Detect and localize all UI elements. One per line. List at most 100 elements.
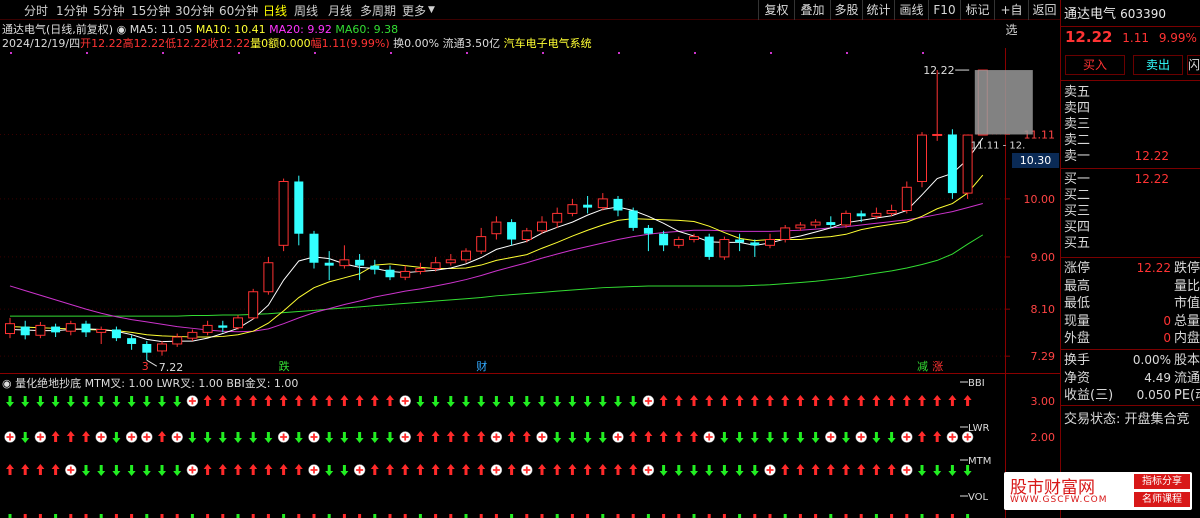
toolbar-button-5[interactable]: F10 [928, 0, 960, 20]
period-tab-0[interactable]: 分时 [24, 2, 48, 19]
candle-body[interactable] [765, 239, 775, 246]
candle-body[interactable] [430, 262, 441, 270]
vol-signal-stub [798, 514, 802, 518]
period-tab-1[interactable]: 1分钟 [56, 2, 88, 19]
flash-button[interactable]: 闪 [1187, 55, 1200, 75]
candle-body[interactable] [780, 227, 791, 241]
candle-body[interactable] [385, 269, 395, 278]
toolbar-button-7[interactable]: +自选 [994, 0, 1028, 37]
candle-body[interactable] [111, 329, 121, 339]
candle-body[interactable] [172, 336, 183, 345]
candle-body[interactable] [673, 239, 684, 246]
candle-body[interactable] [324, 262, 334, 266]
candlestick-chart[interactable]: 11.1110.009.008.107.2911.11 - 12.12.227.… [0, 48, 1060, 374]
candle-body[interactable] [917, 134, 927, 182]
candle-body[interactable] [491, 221, 502, 235]
candle-body[interactable] [96, 328, 107, 333]
period-tab-10[interactable]: 更多 [402, 2, 426, 19]
indicator-settings-icon[interactable]: ◉ [2, 377, 12, 390]
period-tab-6[interactable]: 日线 [263, 2, 287, 19]
candle-body[interactable] [476, 236, 487, 252]
candle-body[interactable] [901, 186, 912, 212]
candle-body[interactable] [187, 331, 198, 339]
candle-body[interactable] [278, 180, 289, 246]
toolbar-button-8[interactable]: 返回 [1028, 0, 1060, 20]
event-mark[interactable]: 涨 [932, 360, 943, 373]
candle-body[interactable] [659, 233, 669, 246]
candle-body[interactable] [20, 326, 30, 336]
event-mark[interactable]: 3 [142, 360, 149, 373]
indicator-background [0, 374, 1060, 518]
candle-body[interactable] [597, 198, 608, 209]
candle-body[interactable] [856, 213, 866, 217]
candle-body[interactable] [51, 326, 61, 333]
vol-signal-stub [829, 514, 833, 518]
period-tab-7[interactable]: 周线 [294, 2, 318, 19]
toolbar-button-3[interactable]: 统计 [862, 0, 894, 20]
indicator-name[interactable]: 量化绝地抄底 [15, 377, 81, 390]
candle-body[interactable] [81, 323, 91, 333]
candle-body[interactable] [689, 236, 699, 241]
candle-body[interactable] [643, 227, 653, 234]
candle-body[interactable] [507, 222, 517, 240]
period-tab-8[interactable]: 月线 [328, 2, 352, 19]
candle-body[interactable] [826, 222, 836, 226]
candle-body[interactable] [415, 268, 426, 272]
chevron-down-icon[interactable]: ▼ [428, 5, 435, 15]
toolbar-button-4[interactable]: 画线 [894, 0, 928, 20]
indicator-chart[interactable]: 3.00 2.00 BBI LWR MTM VOL [0, 374, 1060, 518]
candle-body[interactable] [932, 133, 943, 136]
event-mark[interactable]: 财 [476, 359, 487, 373]
candle-body[interactable] [704, 236, 714, 257]
period-tab-5[interactable]: 60分钟 [219, 2, 258, 19]
toolbar-button-0[interactable]: 复权 [758, 0, 794, 20]
candle-body[interactable] [719, 239, 730, 258]
period-tab-4[interactable]: 30分钟 [175, 2, 214, 19]
candle-body[interactable] [537, 221, 547, 232]
buy-button[interactable]: 买入 [1065, 55, 1125, 75]
candle-body[interactable] [263, 262, 274, 293]
event-mark[interactable]: 减 [917, 360, 928, 373]
event-mark[interactable]: 跌 [279, 359, 290, 373]
candle-body[interactable] [461, 250, 471, 261]
candle-body[interactable] [309, 233, 319, 263]
candle-body[interactable] [294, 181, 304, 234]
candle-body[interactable] [841, 212, 851, 226]
candle-body[interactable] [947, 134, 957, 194]
toolbar-button-1[interactable]: 叠加 [794, 0, 830, 20]
period-tab-3[interactable]: 15分钟 [131, 2, 170, 19]
candle-body[interactable] [521, 230, 532, 241]
period-tab-2[interactable]: 5分钟 [93, 2, 125, 19]
candle-body[interactable] [583, 204, 593, 208]
candle-body[interactable] [750, 242, 760, 246]
candle-body[interactable] [552, 212, 563, 223]
candle-body[interactable] [142, 343, 152, 353]
sell-button[interactable]: 卖出 [1133, 55, 1183, 75]
candle-body[interactable] [795, 224, 806, 229]
candle-body[interactable] [35, 324, 46, 336]
toolbar-button-2[interactable]: 多股 [830, 0, 862, 20]
candle-body[interactable] [400, 270, 411, 278]
candle-body[interactable] [202, 324, 213, 333]
candle-body[interactable] [339, 259, 350, 267]
candle-body[interactable] [355, 259, 365, 266]
period-tab-9[interactable]: 多周期 [360, 2, 396, 19]
candle-body[interactable] [65, 323, 76, 332]
candle-body[interactable] [613, 198, 623, 211]
candle-body[interactable] [810, 221, 821, 226]
candle-body[interactable] [157, 343, 167, 352]
candle-body[interactable] [567, 204, 578, 214]
candle-body[interactable] [248, 291, 259, 319]
candle-body[interactable] [127, 338, 137, 344]
candle-body[interactable] [445, 259, 456, 264]
candle-body[interactable] [5, 323, 15, 335]
candle-body[interactable] [628, 210, 638, 228]
candle-body[interactable] [233, 317, 243, 329]
candle-body[interactable] [886, 210, 897, 214]
candle-body[interactable] [370, 265, 380, 270]
toolbar-button-6[interactable]: 标记 [960, 0, 994, 20]
candle-body[interactable] [871, 212, 882, 217]
candle-body[interactable] [218, 325, 228, 328]
candle-body[interactable] [735, 239, 745, 243]
vol-signal-stub [570, 514, 574, 518]
